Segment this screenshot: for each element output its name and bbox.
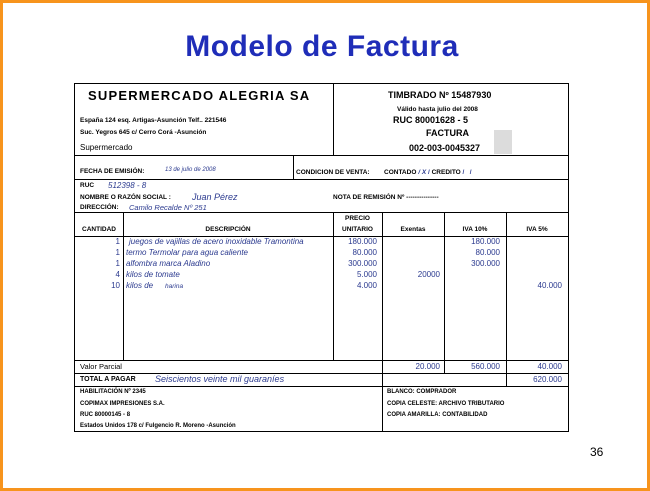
direccion-label: DIRECCIÓN:	[80, 204, 119, 211]
col-header-precio: PRECIO	[345, 215, 370, 222]
imprenta-name: COPIMAX IMPRESIONES S.A.	[80, 401, 165, 407]
col-header-descripcion: DESCRIPCIÓN	[205, 226, 251, 233]
col-header-unitario: UNITARIO	[342, 226, 373, 233]
slide-title: Modelo de Factura	[185, 30, 459, 63]
valor-parcial-label: Valor Parcial	[80, 362, 122, 371]
company-branch: Supermercado	[80, 143, 133, 152]
header-bottom-line	[75, 155, 568, 156]
doc-type: FACTURA	[426, 128, 469, 138]
row-iva5: 40.000	[537, 281, 562, 290]
row-price: 300.000	[348, 259, 377, 268]
parcial-iva5: 40.000	[537, 362, 562, 371]
habilitacion: HABILITACIÓN Nº 2345	[80, 389, 146, 395]
condicion-contado: CONTADO / X / CREDITO / /	[384, 169, 472, 176]
condicion-label: CONDICION DE VENTA:	[296, 169, 370, 176]
parcial-iva10: 560.000	[471, 362, 500, 371]
timbrado: TIMBRADO Nº 15487930	[388, 90, 492, 100]
company-name: SUPERMERCADO ALEGRIA SA	[88, 88, 311, 103]
row-price: 5.000	[356, 270, 377, 279]
fecha-bottom-line	[75, 179, 568, 180]
invoice: SUPERMERCADO ALEGRIA SA España 124 esq. …	[74, 83, 569, 432]
row-iva10: 180.000	[471, 237, 500, 246]
copia-amarilla: COPIA AMARILLA: CONTABILIDAD	[387, 412, 488, 418]
row-qty: 1	[115, 259, 120, 268]
table-row: 1 termo Termolar para agua caliente 80.0…	[75, 248, 568, 259]
fecha-label: FECHA DE EMISIÓN:	[80, 168, 145, 175]
doc-number: 002-003-0045327	[409, 143, 481, 153]
nombre-label: NOMBRE O RAZÓN SOCIAL :	[80, 194, 171, 201]
table-row: 1 juegos de vajillas de acero inoxidable…	[75, 237, 568, 248]
row-price: 80.000	[352, 248, 377, 257]
col-header-iva5: IVA 5%	[526, 226, 548, 233]
direccion-value: Camilo Recalde Nº 251	[129, 203, 207, 212]
credito-label: CREDITO	[431, 169, 461, 176]
copia-blanco: BLANCO: COMPRADOR	[387, 389, 457, 395]
row-iva10: 300.000	[471, 259, 500, 268]
table-row: 1 alfombra marca Aladino 300.000 300.000	[75, 259, 568, 270]
row-desc-extra: harina	[165, 283, 184, 290]
table-row: 10 kilos de harina 4.000 40.000	[75, 281, 568, 292]
row-qty: 4	[115, 270, 120, 279]
company-address-1: España 124 esq. Artigas-Asunción Telf.. …	[80, 117, 227, 124]
col-header-cantidad: CANTIDAD	[82, 226, 116, 233]
imprenta-address: Estados Unidos 178 c/ Fulgencio R. Moren…	[80, 423, 236, 429]
total-bottom-line	[75, 386, 568, 387]
table-row: 4 kilos de tomate 5.000 20000	[75, 270, 568, 281]
total-words: Seiscientos veinte mil guaraníes	[155, 374, 285, 384]
total-value: 620.000	[533, 375, 562, 384]
page-number: 36	[590, 445, 604, 459]
company-address-2: Suc. Yegros 645 c/ Cerro Corá -Asunción	[80, 129, 207, 136]
item-rows: 1 juegos de vajillas de acero inoxidable…	[75, 237, 568, 292]
row-desc: juegos de vajillas de acero inoxidable T…	[129, 237, 304, 246]
row-qty: 1	[115, 237, 120, 246]
nota-remision: NOTA DE REMISIÓN Nº ---------------	[333, 194, 439, 201]
contado-label: CONTADO	[384, 169, 417, 176]
items-bottom-line	[75, 360, 568, 361]
copia-celeste: COPIA CELESTE: ARCHIVO TRIBUTARIO	[387, 401, 505, 407]
row-iva10: 80.000	[475, 248, 500, 257]
fecha-divider	[293, 155, 294, 179]
parcial-bottom-line	[75, 373, 568, 374]
row-qty: 10	[111, 281, 120, 290]
client-bottom-line	[75, 212, 568, 213]
row-exentas: 20000	[417, 270, 440, 279]
fecha-value: 13 de julio de 2008	[165, 167, 216, 173]
col-header-iva10: IVA 10%	[462, 226, 488, 233]
row-desc: kilos de tomate	[126, 270, 180, 279]
row-price: 4.000	[356, 281, 377, 290]
row-qty: 1	[115, 248, 120, 257]
total-label: TOTAL A PAGAR	[80, 376, 136, 383]
row-price: 180.000	[348, 237, 377, 246]
parcial-exentas: 20.000	[415, 362, 440, 371]
ruc-label: RUC	[80, 182, 95, 189]
row-desc: alfombra marca Aladino	[126, 259, 211, 268]
row-desc: kilos de	[126, 281, 154, 290]
ruc-value: 512398 - 8	[108, 181, 147, 190]
footer-divider	[382, 386, 383, 431]
header-divider	[333, 84, 334, 155]
nombre-value: Juan Pérez	[192, 192, 238, 202]
imprenta-ruc: RUC 80000145 - 8	[80, 412, 131, 418]
row-desc: termo Termolar para agua caliente	[126, 248, 248, 257]
ruc-header: RUC 80001628 - 5	[393, 115, 469, 125]
valido-hasta: Válido hasta julio del 2008	[397, 106, 478, 113]
col-header-exentas: Exentas	[400, 226, 426, 233]
stamp-shadow	[494, 130, 512, 154]
